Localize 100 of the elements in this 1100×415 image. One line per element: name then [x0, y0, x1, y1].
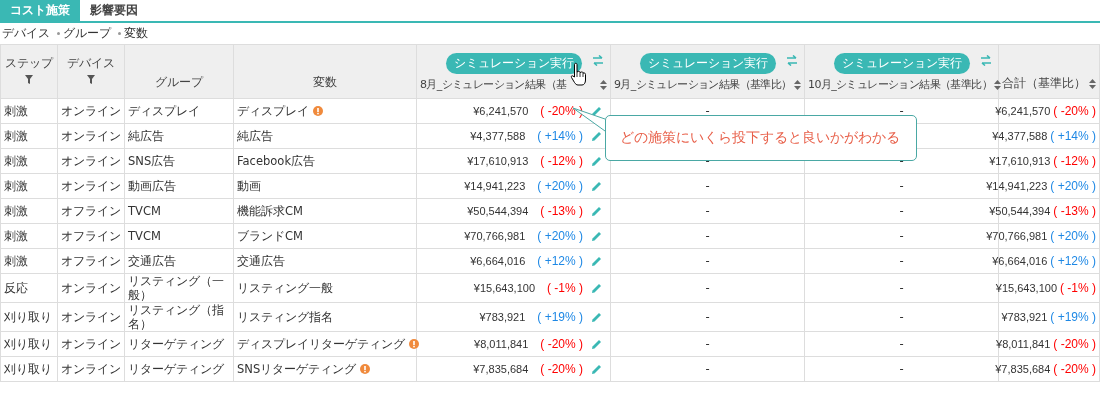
- table-cell: オフライン: [61, 229, 121, 243]
- amount: ¥7,835,684: [473, 362, 529, 376]
- column-header: 8月_シミュレーション結果（基: [420, 77, 567, 92]
- change-percent: ( +20% ): [1050, 179, 1096, 193]
- amount: ¥14,941,223: [464, 179, 526, 193]
- amount: ¥783,921: [479, 310, 526, 324]
- sort-icon[interactable]: [1089, 78, 1096, 89]
- change-percent: ( +14% ): [1050, 129, 1096, 143]
- change-percent: ( +20% ): [537, 179, 583, 193]
- column-header: 9月_シミュレーション結果（基準比）: [614, 77, 792, 92]
- amount: ¥6,664,016: [992, 254, 1048, 268]
- change-percent: ( -1% ): [547, 281, 583, 295]
- pencil-icon[interactable]: [591, 180, 602, 192]
- table-cell: -: [899, 204, 904, 218]
- amount: ¥7,835,684: [995, 362, 1051, 376]
- filter-icon[interactable]: [87, 75, 95, 84]
- table-cell: ディスプレイ: [237, 104, 309, 118]
- table-cell: ディスプレイ: [128, 104, 200, 118]
- table-cell: 刺激: [4, 229, 28, 243]
- table-cell: リターゲティング: [128, 337, 224, 351]
- table-cell: 動画広告: [128, 179, 176, 193]
- table-cell: リスティング一般: [237, 281, 333, 295]
- table-cell: オンライン: [61, 281, 121, 295]
- table-cell: 交通広告: [128, 254, 176, 268]
- amount: ¥15,643,100: [473, 281, 535, 295]
- table-cell: 刈り取り: [4, 337, 52, 351]
- table-cell: Facebook広告: [237, 154, 316, 168]
- amount: ¥6,664,016: [470, 254, 526, 268]
- filter-icon[interactable]: [25, 75, 33, 84]
- table-cell: 交通広告: [237, 254, 285, 268]
- table-cell: ブランドCM: [237, 229, 303, 243]
- pencil-icon[interactable]: [591, 282, 602, 294]
- amount: ¥14,941,223: [986, 179, 1048, 193]
- pencil-icon[interactable]: [591, 255, 602, 267]
- sort-icon[interactable]: [794, 79, 801, 90]
- pencil-icon[interactable]: [591, 205, 602, 217]
- table-cell: 刈り取り: [4, 362, 52, 376]
- amount: ¥6,241,570: [995, 104, 1051, 118]
- table-cell: オンライン: [61, 337, 121, 351]
- change-percent: ( +20% ): [1050, 229, 1096, 243]
- change-percent: ( -13% ): [1053, 204, 1096, 218]
- callout-text: どの施策にいくら投下すると良いかがわかる: [605, 115, 917, 161]
- breadcrumb-item[interactable]: グループ: [63, 24, 111, 42]
- table-cell: -: [899, 281, 904, 295]
- change-percent: ( -13% ): [540, 204, 583, 218]
- swap-icon[interactable]: [980, 55, 992, 66]
- change-percent: ( -20% ): [1053, 337, 1096, 351]
- table-cell: -: [705, 204, 710, 218]
- amount: ¥50,544,394: [989, 204, 1051, 218]
- table-cell: オンライン: [61, 362, 121, 376]
- swap-icon[interactable]: [592, 55, 604, 66]
- pencil-icon[interactable]: [591, 130, 602, 142]
- table-cell: オフライン: [61, 254, 121, 268]
- tab[interactable]: 影響要因: [80, 0, 148, 21]
- table-cell: オフライン: [61, 204, 121, 218]
- sort-icon[interactable]: [600, 79, 607, 90]
- pencil-icon[interactable]: [591, 155, 602, 167]
- pencil-icon[interactable]: [591, 311, 602, 323]
- table-cell: -: [899, 179, 904, 193]
- column-header: 合計（基準比）: [1002, 75, 1086, 92]
- sort-icon[interactable]: [994, 79, 1002, 90]
- table-cell: -: [705, 310, 710, 324]
- change-percent: ( +12% ): [1050, 254, 1096, 268]
- table-cell: 刺激: [4, 254, 28, 268]
- column-header: デバイス: [67, 55, 115, 72]
- change-percent: ( -20% ): [1053, 362, 1096, 376]
- table-cell: 刺激: [4, 204, 28, 218]
- table-cell: -: [899, 254, 904, 268]
- table-cell: リスティング（一般）: [128, 274, 224, 302]
- table-cell: 刺激: [4, 129, 28, 143]
- change-percent: ( -12% ): [540, 154, 583, 168]
- pencil-icon[interactable]: [591, 230, 602, 242]
- change-percent: ( -20% ): [1053, 104, 1096, 118]
- table-cell: TVCM: [128, 204, 161, 218]
- pencil-icon[interactable]: [591, 338, 602, 350]
- table-cell: オンライン: [61, 154, 121, 168]
- table-cell: -: [705, 362, 710, 376]
- table-cell: TVCM: [128, 229, 161, 243]
- change-percent: ( +14% ): [537, 129, 583, 143]
- amount: ¥50,544,394: [467, 204, 529, 218]
- table-cell: SNS広告: [128, 154, 176, 168]
- table-cell: 動画: [237, 179, 261, 193]
- table-cell: 刈り取り: [4, 310, 52, 324]
- pencil-icon[interactable]: [591, 363, 602, 375]
- change-percent: ( -20% ): [540, 362, 583, 376]
- swap-icon[interactable]: [786, 55, 798, 66]
- pencil-icon[interactable]: [591, 105, 602, 117]
- column-header: 10月_シミュレーション結果（基準比）: [808, 77, 993, 92]
- breadcrumb-item[interactable]: 変数: [124, 24, 148, 42]
- breadcrumb-item[interactable]: デバイス: [2, 24, 50, 42]
- table-cell: 刺激: [4, 104, 28, 118]
- table-cell: -: [899, 229, 904, 243]
- amount: ¥4,377,588: [992, 129, 1048, 143]
- column-header: ステップ: [5, 55, 53, 72]
- table-cell: 純広告: [128, 129, 164, 143]
- column-header: 変数: [313, 75, 337, 89]
- amount: ¥70,766,981: [986, 229, 1048, 243]
- table-cell: -: [899, 337, 904, 351]
- table-cell: リスティング（指名）: [128, 303, 224, 331]
- table-cell: リターゲティング: [128, 362, 224, 376]
